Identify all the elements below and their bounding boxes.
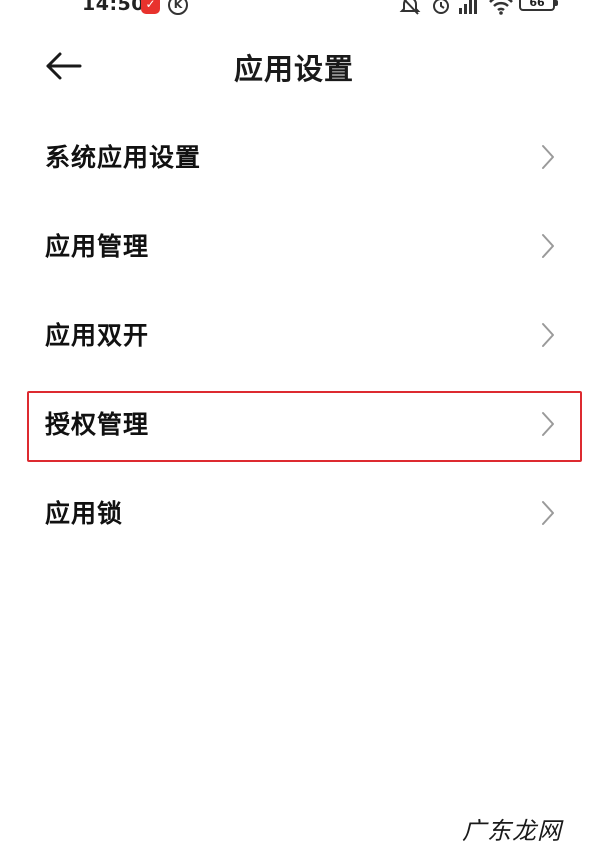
page-title: 应用设置 (233, 52, 354, 86)
list-item-app-management[interactable]: 应用管理 (0, 201, 598, 290)
watermark-text: 广东龙网 (462, 817, 562, 845)
status-bar: 14:50 ✓ K 66 (0, 0, 598, 20)
status-time: 14:50 (82, 0, 145, 15)
list-item-label: 应用双开 (45, 321, 150, 350)
list-item-label: 授权管理 (45, 410, 150, 439)
chevron-right-icon (542, 234, 554, 258)
k-badge-icon: K (168, 0, 188, 15)
list-item-authorization-management[interactable]: 授权管理 (0, 379, 598, 468)
mute-bell-icon (399, 0, 421, 15)
chevron-right-icon (542, 323, 554, 347)
list-item-app-lock[interactable]: 应用锁 (0, 468, 598, 557)
list-item-label: 应用锁 (45, 499, 124, 528)
chevron-right-icon (542, 145, 554, 169)
app-notification-icon: ✓ (141, 0, 160, 14)
alarm-icon (433, 0, 449, 14)
list-item-dual-apps[interactable]: 应用双开 (0, 290, 598, 379)
wifi-icon (489, 0, 513, 15)
battery-icon: 66 (519, 0, 558, 11)
signal-icon (459, 0, 477, 14)
settings-list: 系统应用设置 应用管理 应用双开 授权管理 应用锁 (0, 112, 598, 557)
chevron-right-icon (542, 501, 554, 525)
header: 应用设置 (0, 30, 598, 102)
chevron-right-icon (542, 412, 554, 436)
list-item-label: 系统应用设置 (45, 143, 202, 172)
list-item-system-app-settings[interactable]: 系统应用设置 (0, 112, 598, 201)
list-item-label: 应用管理 (45, 232, 150, 261)
